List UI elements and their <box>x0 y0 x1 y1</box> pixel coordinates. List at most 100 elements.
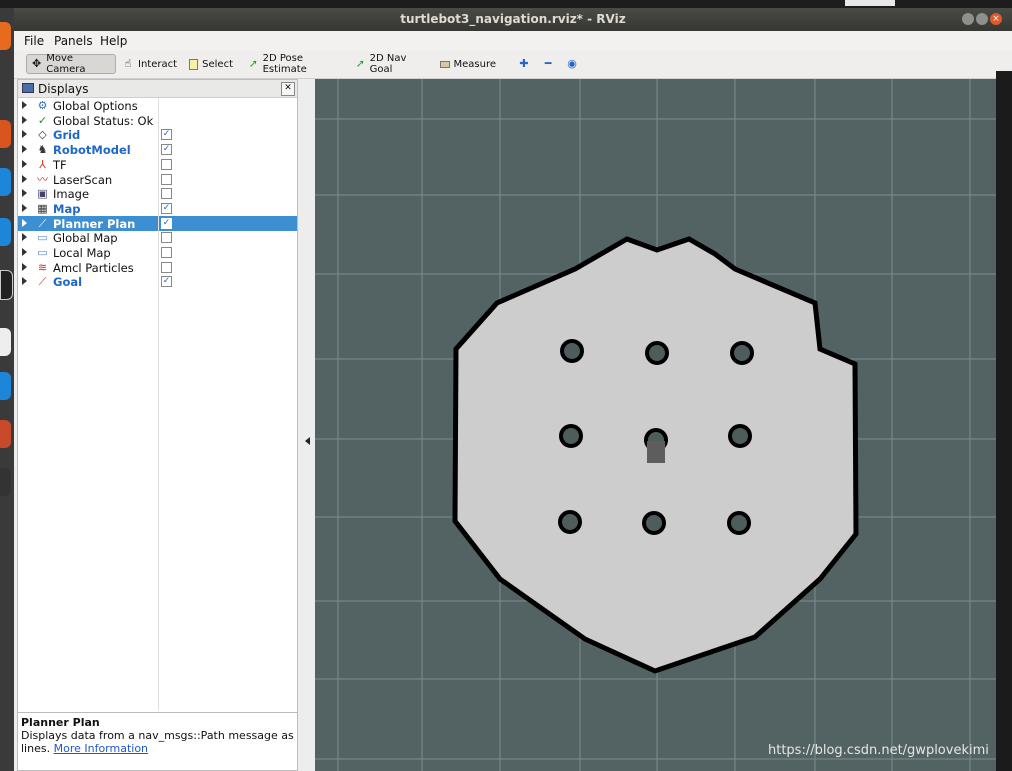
app-icon[interactable] <box>0 218 11 246</box>
plus-icon: ✚ <box>519 57 529 70</box>
folder-icon: ▭ <box>37 231 48 245</box>
expand-arrow-icon[interactable] <box>22 203 27 212</box>
select-icon <box>189 58 199 70</box>
expand-arrow-icon[interactable] <box>22 101 27 109</box>
close-icon: × <box>992 14 1000 24</box>
enable-checkbox[interactable] <box>161 188 172 200</box>
path-icon: ⟋ <box>38 216 47 230</box>
close-button[interactable]: × <box>990 13 1002 25</box>
enable-checkbox[interactable] <box>161 232 172 244</box>
app-icon[interactable] <box>0 372 11 400</box>
robot-icon: ♞ <box>37 143 48 157</box>
app-icon[interactable] <box>0 468 11 496</box>
expand-arrow-icon[interactable] <box>22 174 27 183</box>
expand-arrow-icon[interactable] <box>22 159 27 168</box>
goal-arrow-icon: ➚ <box>355 57 365 70</box>
expand-arrow-icon[interactable] <box>22 189 27 198</box>
select-tool[interactable]: Select <box>185 54 237 74</box>
menu-help[interactable]: Help <box>100 34 127 48</box>
launcher-dock <box>0 8 14 771</box>
enable-checkbox[interactable]: ✓ <box>161 144 172 156</box>
expand-arrow-icon[interactable] <box>22 233 27 242</box>
add-tool-button[interactable]: ✚ <box>514 54 534 74</box>
pillar-obstacle <box>728 424 752 448</box>
toolbar: ✥ Move Camera ☝ Interact Select ➚ 2D Pos… <box>14 51 1012 79</box>
background-terminal-strip <box>996 71 1012 771</box>
expand-arrow-icon[interactable] <box>22 218 27 227</box>
pillar-obstacle <box>560 339 584 363</box>
display-item-label: LaserScan <box>53 172 113 187</box>
help-text: Displays data from a nav_msgs::Path mess… <box>21 729 294 755</box>
nav-goal-tool[interactable]: ➚ 2D Nav Goal <box>351 53 429 75</box>
display-item-label: RobotModel <box>53 143 131 158</box>
tf-axes-icon: ⅄ <box>39 157 46 171</box>
system-tray <box>845 0 895 6</box>
watermark: https://blog.csdn.net/gwplovekimi <box>768 743 989 758</box>
pillar-obstacle <box>642 511 666 535</box>
menu-panels[interactable]: Panels <box>54 34 93 48</box>
firefox-icon[interactable] <box>0 22 11 50</box>
enable-checkbox[interactable] <box>161 173 172 185</box>
expand-arrow-icon[interactable] <box>22 145 27 154</box>
window-title: turtlebot3_navigation.rviz* - RViz <box>400 12 626 26</box>
display-item-label: Amcl Particles <box>53 260 134 275</box>
display-item-label: Planner Plan <box>53 216 136 231</box>
expand-arrow-icon[interactable] <box>22 130 27 139</box>
enable-checkbox[interactable] <box>161 261 172 273</box>
files-icon[interactable] <box>0 120 11 148</box>
enable-checkbox[interactable]: ✓ <box>161 276 172 288</box>
view-tool-button[interactable]: ◉ <box>562 54 586 74</box>
robot-model <box>647 441 665 463</box>
displays-header: Displays ✕ <box>18 80 297 98</box>
display-item-label: Map <box>53 201 81 216</box>
minus-icon: ━ <box>544 57 552 70</box>
enable-checkbox[interactable]: ✓ <box>161 202 172 214</box>
terminal-icon[interactable] <box>0 270 13 300</box>
top-panel <box>0 0 1012 8</box>
display-item-label: Global Status: Ok <box>53 113 154 128</box>
enable-checkbox[interactable] <box>161 247 172 258</box>
image-icon: ▣ <box>37 187 48 201</box>
measure-tool[interactable]: Measure <box>436 54 500 74</box>
minimize-button[interactable] <box>962 13 974 25</box>
pose-arrow-icon: ➚ <box>248 57 258 70</box>
grid-icon: ◇ <box>38 128 47 142</box>
rviz-window: turtlebot3_navigation.rviz* - RViz × Fil… <box>14 8 1012 771</box>
maximize-button[interactable] <box>976 13 988 25</box>
display-item-label: Grid <box>53 128 81 143</box>
enable-checkbox[interactable]: ✓ <box>161 129 172 141</box>
interact-label: Interact <box>138 58 178 70</box>
expand-arrow-icon[interactable] <box>22 262 27 271</box>
close-icon: ✕ <box>284 83 292 93</box>
pillar-obstacle <box>558 510 582 534</box>
pose-estimate-tool[interactable]: ➚ 2D Pose Estimate <box>244 53 344 75</box>
display-item-label: Global Map <box>53 231 118 246</box>
enable-checkbox[interactable]: ✓ <box>161 217 172 229</box>
app-icon[interactable] <box>0 168 11 196</box>
splitter-left-arrow[interactable] <box>305 437 310 445</box>
eye-icon: ◉ <box>567 57 577 70</box>
3d-render-view[interactable] <box>315 79 996 771</box>
expand-arrow-icon[interactable] <box>22 248 27 256</box>
chat-icon[interactable] <box>0 328 11 356</box>
menu-file[interactable]: File <box>24 34 44 48</box>
measure-label: Measure <box>453 58 497 70</box>
select-label: Select <box>202 58 233 70</box>
display-item-label: Image <box>53 187 90 202</box>
more-information-link[interactable]: More Information <box>54 742 148 755</box>
title-bar[interactable]: turtlebot3_navigation.rviz* - RViz × <box>14 8 1012 31</box>
remove-tool-button[interactable]: ━ <box>538 54 558 74</box>
displays-panel: Displays ✕ ⚙ Global Options ✓ Global Status… <box>17 79 298 771</box>
pose-estimate-label: 2D Pose Estimate <box>262 53 307 75</box>
pillar-obstacle <box>727 511 751 535</box>
enable-checkbox[interactable] <box>161 158 172 170</box>
interact-tool[interactable]: ☝ Interact <box>118 54 182 74</box>
expand-arrow-icon[interactable] <box>22 115 27 124</box>
help-title: Planner Plan <box>21 716 100 729</box>
move-camera-tool[interactable]: ✥ Move Camera <box>26 53 116 75</box>
expand-arrow-icon[interactable] <box>22 277 27 286</box>
close-panel-button[interactable]: ✕ <box>281 82 295 96</box>
menu-bar: File Panels Help <box>14 31 1012 51</box>
app-icon[interactable] <box>0 420 11 448</box>
pillar-obstacle <box>730 341 754 365</box>
